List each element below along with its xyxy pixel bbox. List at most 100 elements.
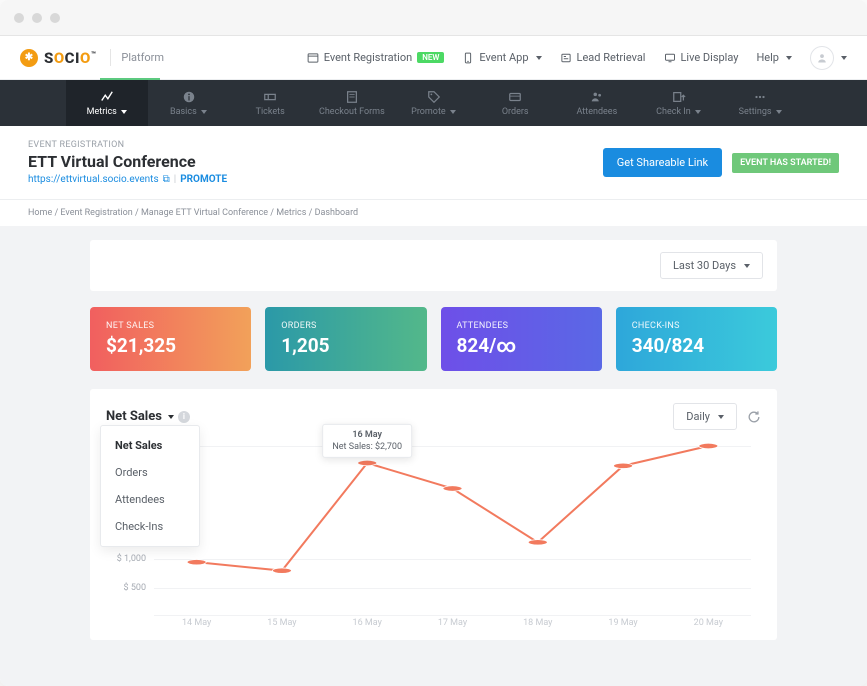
nav-basics[interactable]: Basics <box>148 80 230 126</box>
window-dot <box>32 13 42 23</box>
new-badge: NEW <box>417 52 444 63</box>
refresh-icon[interactable] <box>747 410 761 424</box>
x-axis-label: 20 May <box>666 618 751 636</box>
nav-label: Checkout Forms <box>319 107 385 117</box>
nav-label: Settings <box>739 107 782 117</box>
x-axis-label: 19 May <box>580 618 665 636</box>
phone-icon <box>462 52 474 64</box>
stat-label: CHECK-INS <box>632 321 761 331</box>
stat-value: $21,325 <box>106 334 235 357</box>
tag-icon <box>426 90 442 104</box>
page-title: ETT Virtual Conference <box>28 152 603 171</box>
page-header: EVENT REGISTRATION ETT Virtual Conferenc… <box>0 126 867 199</box>
data-point[interactable] <box>272 568 291 573</box>
screen-icon <box>664 52 676 64</box>
stat-card-net-sales[interactable]: NET SALES $21,325 <box>90 307 251 371</box>
topnav-live-display[interactable]: Live Display <box>664 51 739 64</box>
topnav-lead-retrieval[interactable]: Lead Retrieval <box>560 51 646 64</box>
y-axis-label: $ 1,000 <box>117 554 152 564</box>
nav-attendees[interactable]: Attendees <box>556 80 638 126</box>
brand-logo[interactable]: ✱ SOCIO™ <box>20 49 96 67</box>
tooltip-value: Net Sales: $2,700 <box>332 442 402 452</box>
top-bar: ✱ SOCIO™ Platform Event Registration NEW… <box>0 36 867 80</box>
filter-bar: Last 30 Days <box>90 240 777 291</box>
data-point[interactable] <box>614 463 633 468</box>
x-axis-label: 15 May <box>239 618 324 636</box>
nav-tickets[interactable]: Tickets <box>229 80 311 126</box>
chevron-down-icon <box>786 56 792 60</box>
user-menu[interactable] <box>810 46 847 70</box>
window-icon <box>307 52 319 64</box>
topnav-event-registration[interactable]: Event Registration NEW <box>307 51 445 64</box>
nav-metrics[interactable]: Metrics <box>66 80 148 126</box>
promote-link[interactable]: PROMOTE <box>180 174 227 185</box>
data-point[interactable] <box>443 486 462 491</box>
people-icon <box>589 90 605 104</box>
chevron-down-icon <box>718 415 724 419</box>
x-axis-label: 16 May <box>325 618 410 636</box>
nav-label: Orders <box>502 107 529 117</box>
x-axis-label: 17 May <box>410 618 495 636</box>
product-label: Platform <box>110 49 174 66</box>
orders-icon <box>507 90 523 104</box>
stat-value: 340/824 <box>632 334 761 357</box>
x-axis-label: 14 May <box>154 618 239 636</box>
nav-label: Basics <box>170 107 207 117</box>
nav-checkout forms[interactable]: Checkout Forms <box>311 80 393 126</box>
metric-dropdown: Net Sales Orders Attendees Check-Ins <box>100 425 200 547</box>
chart-body: $ 3,000$ 1,000$ 500 16 MayNet Sales: $2,… <box>106 446 761 636</box>
data-point[interactable] <box>187 559 206 564</box>
nav-check in[interactable]: Check In <box>638 80 720 126</box>
stat-card-check-ins[interactable]: CHECK-INS 340/824 <box>616 307 777 371</box>
nav-label: Promote <box>411 107 456 117</box>
window-dot <box>50 13 60 23</box>
topnav-help[interactable]: Help <box>756 51 792 64</box>
nav-label: Tickets <box>256 107 285 117</box>
chart-tooltip: 16 MayNet Sales: $2,700 <box>322 424 412 458</box>
dots-icon <box>752 90 768 104</box>
avatar-icon <box>810 46 834 70</box>
checkin-icon <box>671 90 687 104</box>
nav-label: Check In <box>656 107 701 117</box>
brand-name: SOCIO™ <box>44 49 96 67</box>
nav-label: Attendees <box>577 107 618 117</box>
data-point[interactable] <box>528 540 547 545</box>
breadcrumb[interactable]: Home / Event Registration / Manage ETT V… <box>0 199 867 226</box>
chart-interval-select[interactable]: Daily <box>673 403 737 430</box>
date-range-select[interactable]: Last 30 Days <box>660 252 763 279</box>
chart-metric-select[interactable]: Net Sales i <box>106 409 190 424</box>
metrics-icon <box>99 90 115 104</box>
topnav-event-app[interactable]: Event App <box>462 51 541 64</box>
y-axis-label: $ 500 <box>124 583 152 593</box>
nav-promote[interactable]: Promote <box>393 80 475 126</box>
nav-orders[interactable]: Orders <box>474 80 556 126</box>
browser-chrome <box>0 0 867 36</box>
stat-value: 824/∞ <box>457 334 586 357</box>
dropdown-item[interactable]: Orders <box>101 459 199 486</box>
chevron-down-icon <box>168 415 174 419</box>
logo-mark-icon: ✱ <box>20 49 38 67</box>
chart-panel: Net Sales i Daily Net Sales Orders Atten… <box>90 389 777 640</box>
nav-settings[interactable]: Settings <box>719 80 801 126</box>
stat-label: ORDERS <box>281 321 410 331</box>
info-icon[interactable]: i <box>178 411 190 423</box>
window-dot <box>14 13 24 23</box>
x-axis-label: 18 May <box>495 618 580 636</box>
dropdown-item[interactable]: Attendees <box>101 486 199 513</box>
data-point[interactable] <box>699 443 718 448</box>
info-icon <box>181 90 197 104</box>
shareable-link-button[interactable]: Get Shareable Link <box>603 148 722 177</box>
event-status-badge: EVENT HAS STARTED! <box>732 153 839 173</box>
data-point[interactable] <box>358 460 377 465</box>
chevron-down-icon <box>744 264 750 268</box>
external-link-icon: ⧉ <box>163 174 170 185</box>
stat-label: NET SALES <box>106 321 235 331</box>
stat-card-attendees[interactable]: ATTENDEES 824/∞ <box>441 307 602 371</box>
nav-label: Metrics <box>87 107 127 117</box>
header-eyebrow: EVENT REGISTRATION <box>28 140 603 150</box>
dropdown-item[interactable]: Net Sales <box>101 432 199 459</box>
event-url-link[interactable]: https://ettvirtual.socio.events <box>28 174 159 185</box>
stat-card-orders[interactable]: ORDERS 1,205 <box>265 307 426 371</box>
ticket-icon <box>262 90 278 104</box>
dropdown-item[interactable]: Check-Ins <box>101 513 199 540</box>
